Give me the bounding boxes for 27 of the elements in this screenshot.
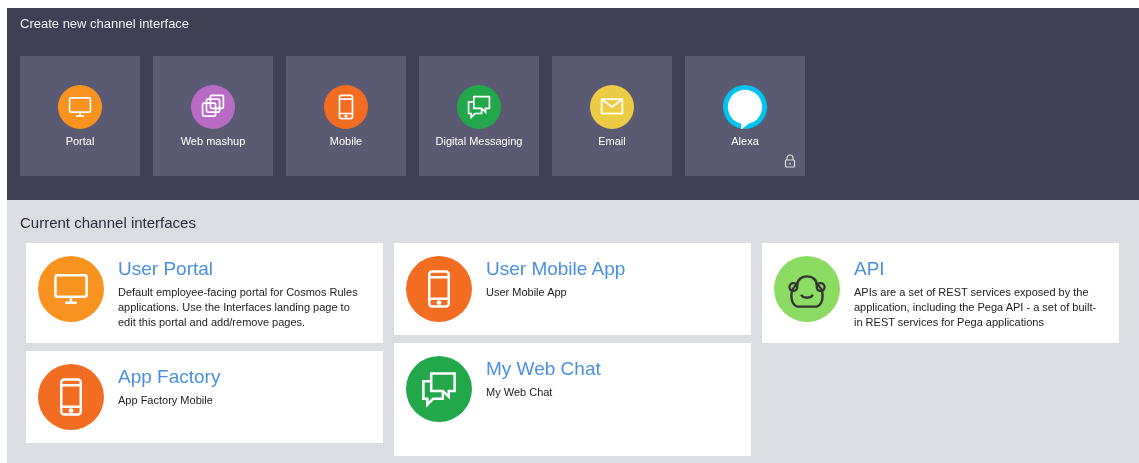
section-title: Create new channel interface xyxy=(20,16,191,31)
channel-card[interactable]: User Mobile App User Mobile App xyxy=(394,243,751,335)
channel-tile[interactable]: Portal xyxy=(20,56,140,176)
tile-label: Alexa xyxy=(731,135,759,147)
channel-tile[interactable]: Email xyxy=(552,56,672,176)
card-description: User Mobile App xyxy=(486,285,568,300)
tile-label: Email xyxy=(598,135,626,147)
tile-label: Digital Messaging xyxy=(435,135,523,147)
channel-tile[interactable]: Web mashup xyxy=(153,56,273,176)
card-description: App Factory Mobile xyxy=(118,393,214,408)
channel-card[interactable]: App Factory App Factory Mobile xyxy=(26,351,383,443)
card-description: APIs are a set of REST services exposed by the application, including the Pega API - a set of built-in REST services for Pega applications xyxy=(854,285,1098,330)
channel-card[interactable]: API APIs are a set of REST services exposed by the application, including the Pega API - a set of built-in REST services for Pega applications xyxy=(762,243,1119,343)
card-description: My Web Chat xyxy=(486,385,554,400)
section-title: Current channel interfaces xyxy=(20,214,197,231)
card-description: Default employee-facing portal for Cosmos Rules applications. Use the Interfaces landing page to edit this portal and add/remove pages. xyxy=(118,285,359,330)
channel-tile[interactable]: Alexa xyxy=(685,56,805,176)
card-title[interactable]: User Portal xyxy=(118,258,363,280)
tile-label: Portal xyxy=(65,135,95,147)
tile-label: Web mashup xyxy=(180,135,246,147)
channel-tile[interactable]: Mobile xyxy=(286,56,406,176)
card-title[interactable]: User Mobile App xyxy=(486,258,626,280)
card-title[interactable]: App Factory xyxy=(118,366,221,388)
channel-card[interactable]: User Portal Default employee-facing portal for Cosmos Rules applications. Use the Interfaces landing page to edit this portal and add/remove pages. xyxy=(26,243,383,343)
channel-tile[interactable]: Digital Messaging xyxy=(419,56,539,176)
channel-card[interactable]: My Web Chat My Web Chat xyxy=(394,343,751,456)
tile-label: Mobile xyxy=(329,135,363,147)
